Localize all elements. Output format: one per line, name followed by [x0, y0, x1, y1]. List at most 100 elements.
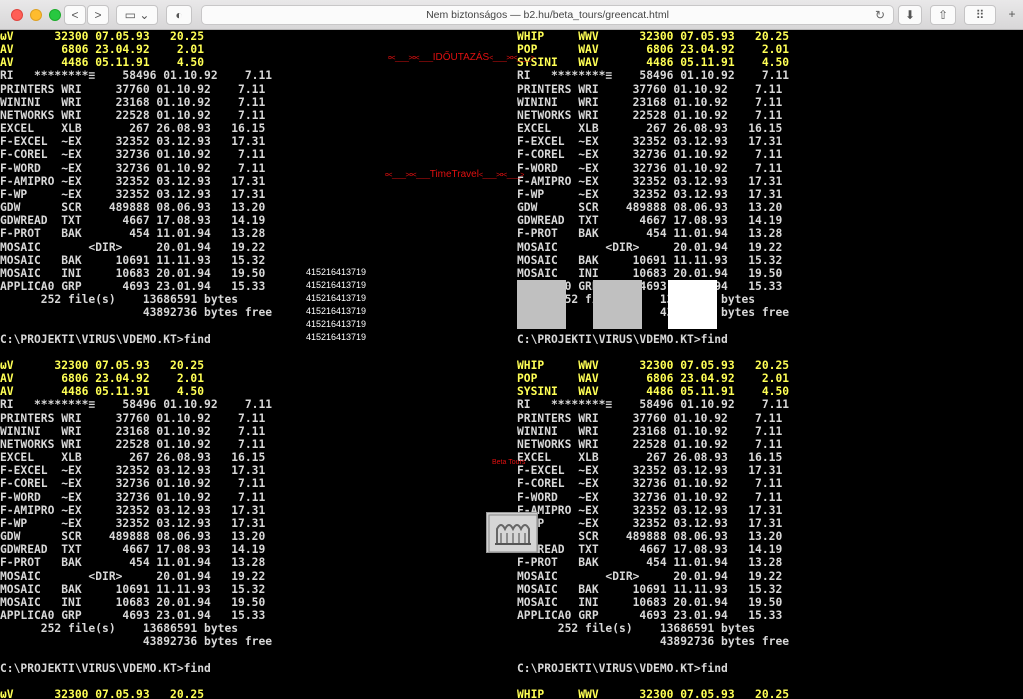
console-line: F-WP ~EX 32352 03.12.93 17.31 [0, 187, 266, 201]
zoom-window-button[interactable] [49, 9, 61, 21]
shield-icon: ◐ [175, 8, 183, 22]
console-line: AV 4486 05.11.91 4.50 [0, 56, 205, 70]
console-line: F-EXCEL ~EX 32352 03.12.93 17.31 [0, 464, 266, 478]
chevron-right-icon: > [94, 8, 102, 22]
console-line: PRINTERS WRI 37760 01.10.92 7.11 [0, 411, 266, 425]
console-line: MOSAIC <DIR> 20.01.94 19.22 [517, 240, 783, 254]
console-line: MOSAIC BAK 10691 11.11.93 15.32 [517, 582, 783, 596]
minimize-window-button[interactable] [30, 9, 42, 21]
console-line: WININI WRI 23168 01.10.92 7.11 [0, 95, 266, 109]
console-line: RI ********≡ 58496 01.10.92 7.11 [0, 398, 273, 412]
console-line: PRINTERS WRI 37760 01.10.92 7.11 [517, 82, 783, 96]
console-line: F-PROT BAK 454 11.01.94 13.28 [517, 227, 783, 241]
console-line: F-AMIPRO ~EX 32352 03.12.93 17.31 [0, 503, 266, 517]
console-line: C:\PROJEKTI\VIRUS\VDEMO.KT>find [517, 332, 728, 346]
console-line: GDW SCR 489888 08.06.93 13.20 [517, 201, 783, 215]
white-box[interactable] [668, 280, 717, 329]
console-line: 252 file(s) 13686591 bytes [0, 622, 239, 636]
share-button[interactable]: ⇧ [930, 5, 956, 25]
console-line: MOSAIC BAK 10691 11.11.93 15.32 [0, 253, 266, 267]
console-line: NETWORKS WRI 22528 01.10.92 7.11 [517, 437, 783, 451]
console-line: MOSAIC INI 10683 20.01.94 19.50 [517, 266, 783, 280]
tab-overview-button[interactable]: ⠿ [964, 5, 996, 25]
share-icon: ⇧ [937, 8, 949, 22]
console-line: F-AMIPRO ~EX 32352 03.12.93 17.31 [0, 174, 266, 188]
console-line: MOSAIC INI 10683 20.01.94 19.50 [0, 266, 266, 280]
console-pane-bottom-right: WHIP WWV 32300 07.05.93 20.25 POP WAV 680… [517, 359, 789, 675]
console-line: C:\PROJEKTI\VIRUS\VDEMO.KT>find [0, 661, 211, 675]
console-line: C:\PROJEKTI\VIRUS\VDEMO.KT>find [517, 661, 728, 675]
console-line: GDW SCR 489888 08.06.93 13.20 [0, 530, 266, 544]
console-line: MOSAIC INI 10683 20.01.94 19.50 [0, 595, 266, 609]
console-line: F-PROT BAK 454 11.01.94 13.28 [517, 556, 783, 570]
console-line: C:\PROJEKTI\VIRUS\VDEMO.KT>find [0, 332, 211, 346]
console-line: F-WORD ~EX 32736 01.10.92 7.11 [517, 161, 783, 175]
number-item: 415216413719 [306, 332, 367, 342]
console-line: MOSAIC <DIR> 20.01.94 19.22 [0, 240, 266, 254]
console-line: MOSAIC <DIR> 20.01.94 19.22 [0, 569, 266, 583]
console-line: F-EXCEL ~EX 32352 03.12.93 17.31 [517, 135, 783, 149]
downloads-button[interactable]: ⬇ [898, 5, 922, 25]
console-line: NETWORKS WRI 22528 01.10.92 7.11 [0, 437, 266, 451]
console-line: GDWREAD TXT 4667 17.08.93 14.19 [0, 214, 266, 228]
console-line: 43892736 bytes free [517, 635, 790, 649]
console-line: APPLICA0 GRP 4693 23.01.94 15.33 [0, 279, 266, 293]
console-pane-top-left: ωV 32300 07.05.93 20.25 AV 6806 23.04.92 … [0, 30, 272, 346]
console-line: EXCEL XLB 267 26.08.93 16.15 [517, 122, 783, 136]
console-line: 43892736 bytes free [0, 635, 273, 649]
console-line: RI ********≡ 58496 01.10.92 7.11 [517, 398, 790, 412]
console-line: MOSAIC <DIR> 20.01.94 19.22 [517, 569, 783, 583]
console-line: PRINTERS WRI 37760 01.10.92 7.11 [0, 82, 266, 96]
close-window-button[interactable] [11, 9, 23, 21]
privacy-button[interactable]: ◐ [166, 5, 192, 25]
browser-toolbar: < > ▭ ⌄ ◐ Nem biztonságos — b2.hu/beta_t… [0, 0, 1023, 30]
timetravel-link[interactable]: ¤<____>¤<____TimeTravel<____>¤<____> [385, 169, 524, 180]
console-line: POP WAV 6806 23.04.92 2.01 [517, 43, 790, 57]
console-line: EXCEL XLB 267 26.08.93 16.15 [517, 451, 783, 465]
new-tab-button[interactable]: + [1003, 5, 1021, 25]
console-line: AV 6806 23.04.92 2.01 [0, 43, 205, 57]
console-line: F-WP ~EX 32352 03.12.93 17.31 [0, 516, 266, 530]
console-line: RI ********≡ 58496 01.10.92 7.11 [517, 69, 790, 83]
number-item: 415216413719 [306, 267, 367, 277]
console-line: SYSINI WAV 4486 05.11.91 4.50 [517, 385, 790, 399]
console-line: F-AMIPRO ~EX 32352 03.12.93 17.31 [517, 503, 783, 517]
console-line: EXCEL XLB 267 26.08.93 16.15 [0, 451, 266, 465]
console-line: WHIP WWV 32300 07.05.93 20.25 [517, 30, 790, 43]
console-line: F-WORD ~EX 32736 01.10.92 7.11 [0, 161, 266, 175]
console-line: F-WP ~EX 32352 03.12.93 17.31 [517, 187, 783, 201]
gray-box-1[interactable] [517, 280, 566, 329]
console-line: F-WORD ~EX 32736 01.10.92 7.11 [0, 490, 266, 504]
console-line: APPLICA0 GRP 4693 23.01.94 15.33 [0, 608, 266, 622]
chevron-down-icon: ⌄ [139, 8, 150, 22]
idoutazas-link[interactable]: ¤<____>¤<____IDŐUTAZÁS<____>¤<____> [388, 52, 535, 63]
address-bar[interactable]: Nem biztonságos — b2.hu/beta_tours/green… [201, 5, 894, 25]
console-line: ωV 32300 07.05.93 20.25 [0, 359, 205, 372]
console-line: F-EXCEL ~EX 32352 03.12.93 17.31 [517, 464, 783, 478]
console-line: EXCEL XLB 267 26.08.93 16.15 [0, 122, 266, 136]
gray-box-2[interactable] [593, 280, 642, 329]
forward-button[interactable]: > [87, 5, 109, 25]
console-line: MOSAIC BAK 10691 11.11.93 15.32 [0, 582, 266, 596]
back-button[interactable]: < [64, 5, 86, 25]
number-item: 415216413719 [306, 306, 367, 316]
console-line: GDWREAD TXT 4667 17.08.93 14.19 [517, 543, 783, 557]
number-item: 415216413719 [306, 280, 367, 290]
console-line: NETWORKS WRI 22528 01.10.92 7.11 [0, 108, 266, 122]
reload-icon[interactable]: ↻ [875, 6, 885, 24]
plus-icon: + [1008, 7, 1016, 21]
download-icon: ⬇ [904, 8, 916, 22]
sidebar-icon: ▭ [124, 8, 136, 22]
url-text: Nem biztonságos — b2.hu/beta_tours/green… [426, 9, 669, 21]
console-line: MOSAIC INI 10683 20.01.94 19.50 [517, 595, 783, 609]
number-item: 415216413719 [306, 319, 367, 329]
sidebar-button[interactable]: ▭ ⌄ [116, 5, 158, 25]
console-line: MOSAIC BAK 10691 11.11.93 15.32 [517, 253, 783, 267]
console-line: 252 file(s) 13686591 bytes [517, 622, 756, 636]
beta-tours-label[interactable]: Beta Tours [492, 459, 525, 466]
beta-tours-logo[interactable] [486, 512, 538, 553]
console-line: POP WAV 6806 23.04.92 2.01 [517, 372, 790, 386]
console-line: GDW SCR 489888 08.06.93 13.20 [0, 201, 266, 215]
number-column: 415216413719 415216413719 415216413719 4152… [306, 266, 366, 344]
